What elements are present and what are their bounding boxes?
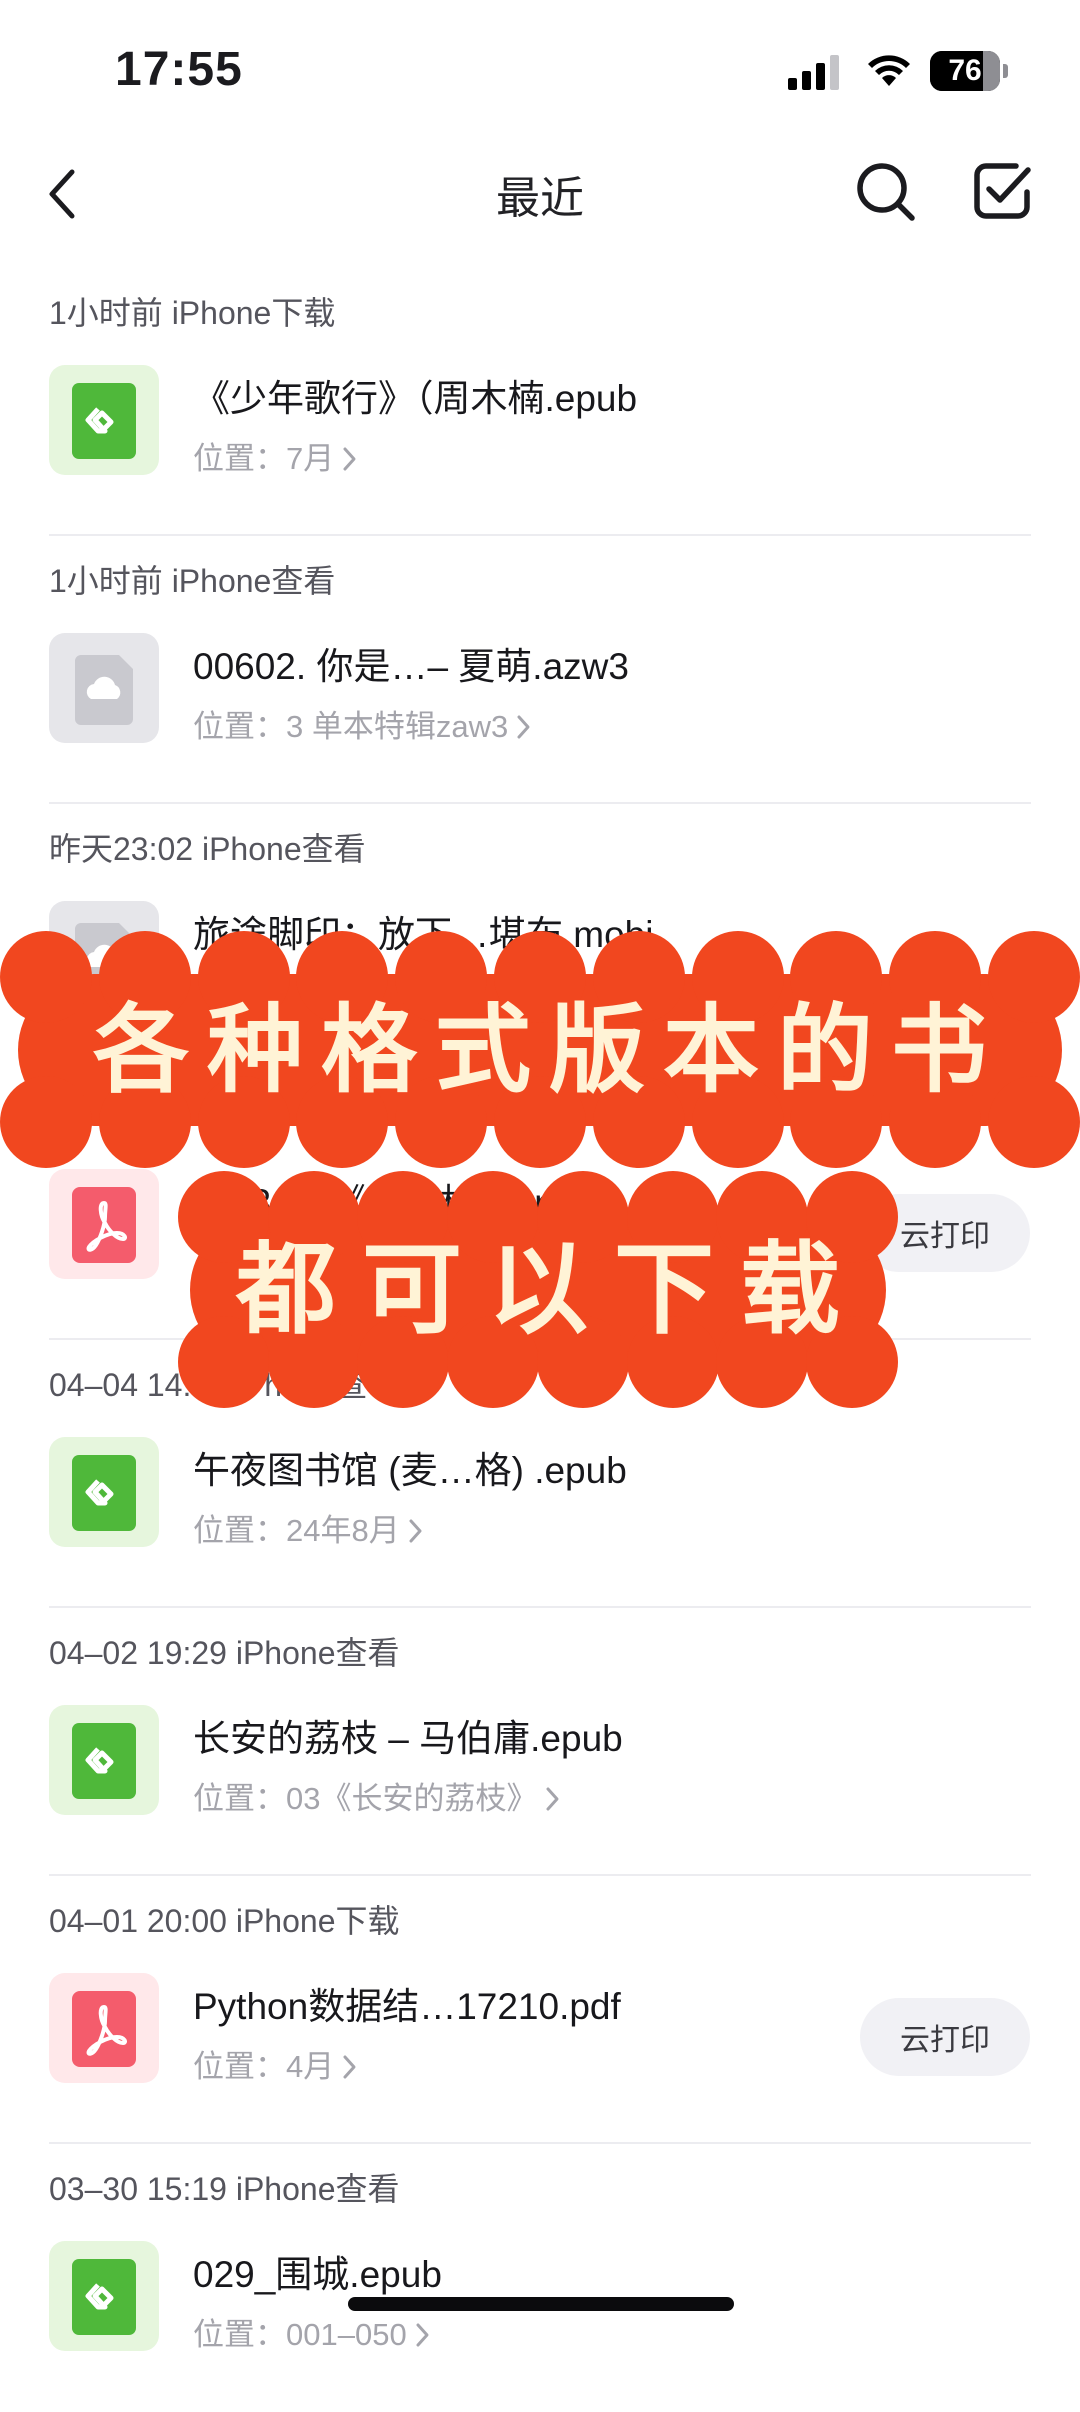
location-value: 3 单本特辑zaw3	[286, 709, 509, 744]
file-name[interactable]: 第936部《业…格西 .pdf	[193, 1172, 586, 1226]
epub-icon	[49, 1437, 159, 1547]
file-name[interactable]: 长安的荔枝 – 马伯庸.epub	[193, 1708, 623, 1762]
search-icon[interactable]	[852, 158, 918, 229]
group-timestamp: 1小时前 iPhone下载	[49, 295, 336, 331]
back-chevron-icon[interactable]	[42, 164, 86, 229]
file-location[interactable]: 位置：3 单本特辑zaw3	[193, 701, 532, 749]
chevron-right-icon	[342, 2053, 358, 2089]
epub-icon	[49, 1705, 159, 1815]
status-bar: 17:55 76	[0, 0, 1080, 140]
group-timestamp: 03–30 15:19 iPhone查看	[49, 2171, 400, 2207]
file-location[interactable]: 位置：7月	[193, 433, 358, 481]
group-timestamp: 04–01 20:00 iPhone下载	[49, 1903, 400, 1939]
battery-percent: 76	[948, 54, 982, 87]
location-label: 位置：	[193, 709, 286, 744]
location-value: 24年8月	[286, 1513, 400, 1548]
location-value: 001–050	[286, 2317, 407, 2352]
chevron-right-icon	[408, 1517, 424, 1553]
file-location[interactable]: 位置：24年8月	[193, 1505, 424, 1553]
file-name[interactable]: 旅途脚印：放下…堪布.mobi	[193, 904, 653, 958]
location-label: 位置：	[193, 2049, 286, 2084]
battery-body: 76	[930, 51, 1000, 91]
location-value: 03《长安的荔枝》	[286, 1781, 538, 1816]
chevron-right-icon	[516, 713, 532, 749]
recent-file-group: 昨天23:02 iPhone查看 旅途脚印：放下…堪布.mobi	[0, 804, 1080, 1072]
cloud-print-button[interactable]: 云打印	[860, 1998, 1030, 2076]
recent-file-group: 03–30 15:19 iPhone查看 029_围城.epub 位置：001–…	[0, 2144, 1080, 2412]
battery-indicator: 76	[930, 51, 1010, 91]
location-label: 位置：	[193, 1781, 286, 1816]
file-name[interactable]: Python数据结…17210.pdf	[193, 1976, 621, 2030]
file-name[interactable]: 午夜图书馆 (麦…格) .epub	[193, 1440, 627, 1494]
file-location[interactable]: 位置：4月	[193, 2041, 358, 2089]
recent-file-group: 04–02 19:29 iPhone查看 长安的荔枝 – 马伯庸.epub 位置…	[0, 1608, 1080, 1876]
wifi-icon	[864, 50, 914, 93]
chevron-right-icon	[415, 2321, 431, 2357]
file-name[interactable]: 00602. 你是…– 夏萌.azw3	[193, 636, 629, 690]
status-time: 17:55	[115, 43, 243, 96]
cloud-print-button[interactable]: 云打印	[860, 1194, 1030, 1272]
group-timestamp: 04–04 14:12 iPhone查看	[49, 1367, 400, 1403]
chevron-right-icon	[545, 1785, 561, 1821]
nav-bar: 最近	[0, 140, 1080, 250]
pdf-icon	[49, 1973, 159, 2083]
recent-file-group: 1小时前 iPhone查看 00602. 你是…– 夏萌.azw3 位置：3 单…	[0, 536, 1080, 804]
battery-cap	[1003, 64, 1008, 78]
group-timestamp: 昨天23:02 iPhone查看	[49, 831, 366, 867]
cloud-file-icon	[49, 901, 159, 1011]
page-title: 最近	[496, 174, 584, 223]
pdf-icon	[49, 1169, 159, 1279]
chevron-right-icon	[342, 445, 358, 481]
cellular-signal-icon	[788, 54, 844, 95]
location-label: 位置：	[193, 1513, 286, 1548]
recent-file-group: 1小时前 iPhone下载 《少年歌行》（周木楠.epub 位置：7月	[0, 268, 1080, 536]
recent-file-group: 04–01 20:00 iPhone下载 Python数据结…17210.pdf…	[0, 1876, 1080, 2144]
location-label: 位置：	[193, 441, 286, 476]
file-location[interactable]: 位置：03《长安的荔枝》	[193, 1773, 561, 1821]
epub-icon	[49, 365, 159, 475]
recent-files-list: 1小时前 iPhone下载 《少年歌行》（周木楠.epub 位置：7月 1小时前…	[0, 268, 1080, 2412]
location-value: 4月	[286, 2049, 335, 2084]
cloud-file-icon	[49, 633, 159, 743]
recent-file-group: 第936部《业…格西 .pdf 云打印	[0, 1072, 1080, 1340]
home-indicator	[348, 2297, 734, 2311]
location-value: 7月	[286, 441, 335, 476]
group-timestamp: 04–02 19:29 iPhone查看	[49, 1635, 400, 1671]
epub-icon	[49, 2241, 159, 2351]
group-timestamp: 1小时前 iPhone查看	[49, 563, 336, 599]
location-label: 位置：	[193, 2317, 286, 2352]
file-name[interactable]: 029_围城.epub	[193, 2244, 442, 2298]
recent-file-group: 04–04 14:12 iPhone查看 午夜图书馆 (麦…格) .epub 位…	[0, 1340, 1080, 1608]
checkbox-icon[interactable]	[972, 160, 1034, 227]
file-location[interactable]: 位置：001–050	[193, 2309, 431, 2357]
file-name[interactable]: 《少年歌行》（周木楠.epub	[193, 368, 637, 422]
